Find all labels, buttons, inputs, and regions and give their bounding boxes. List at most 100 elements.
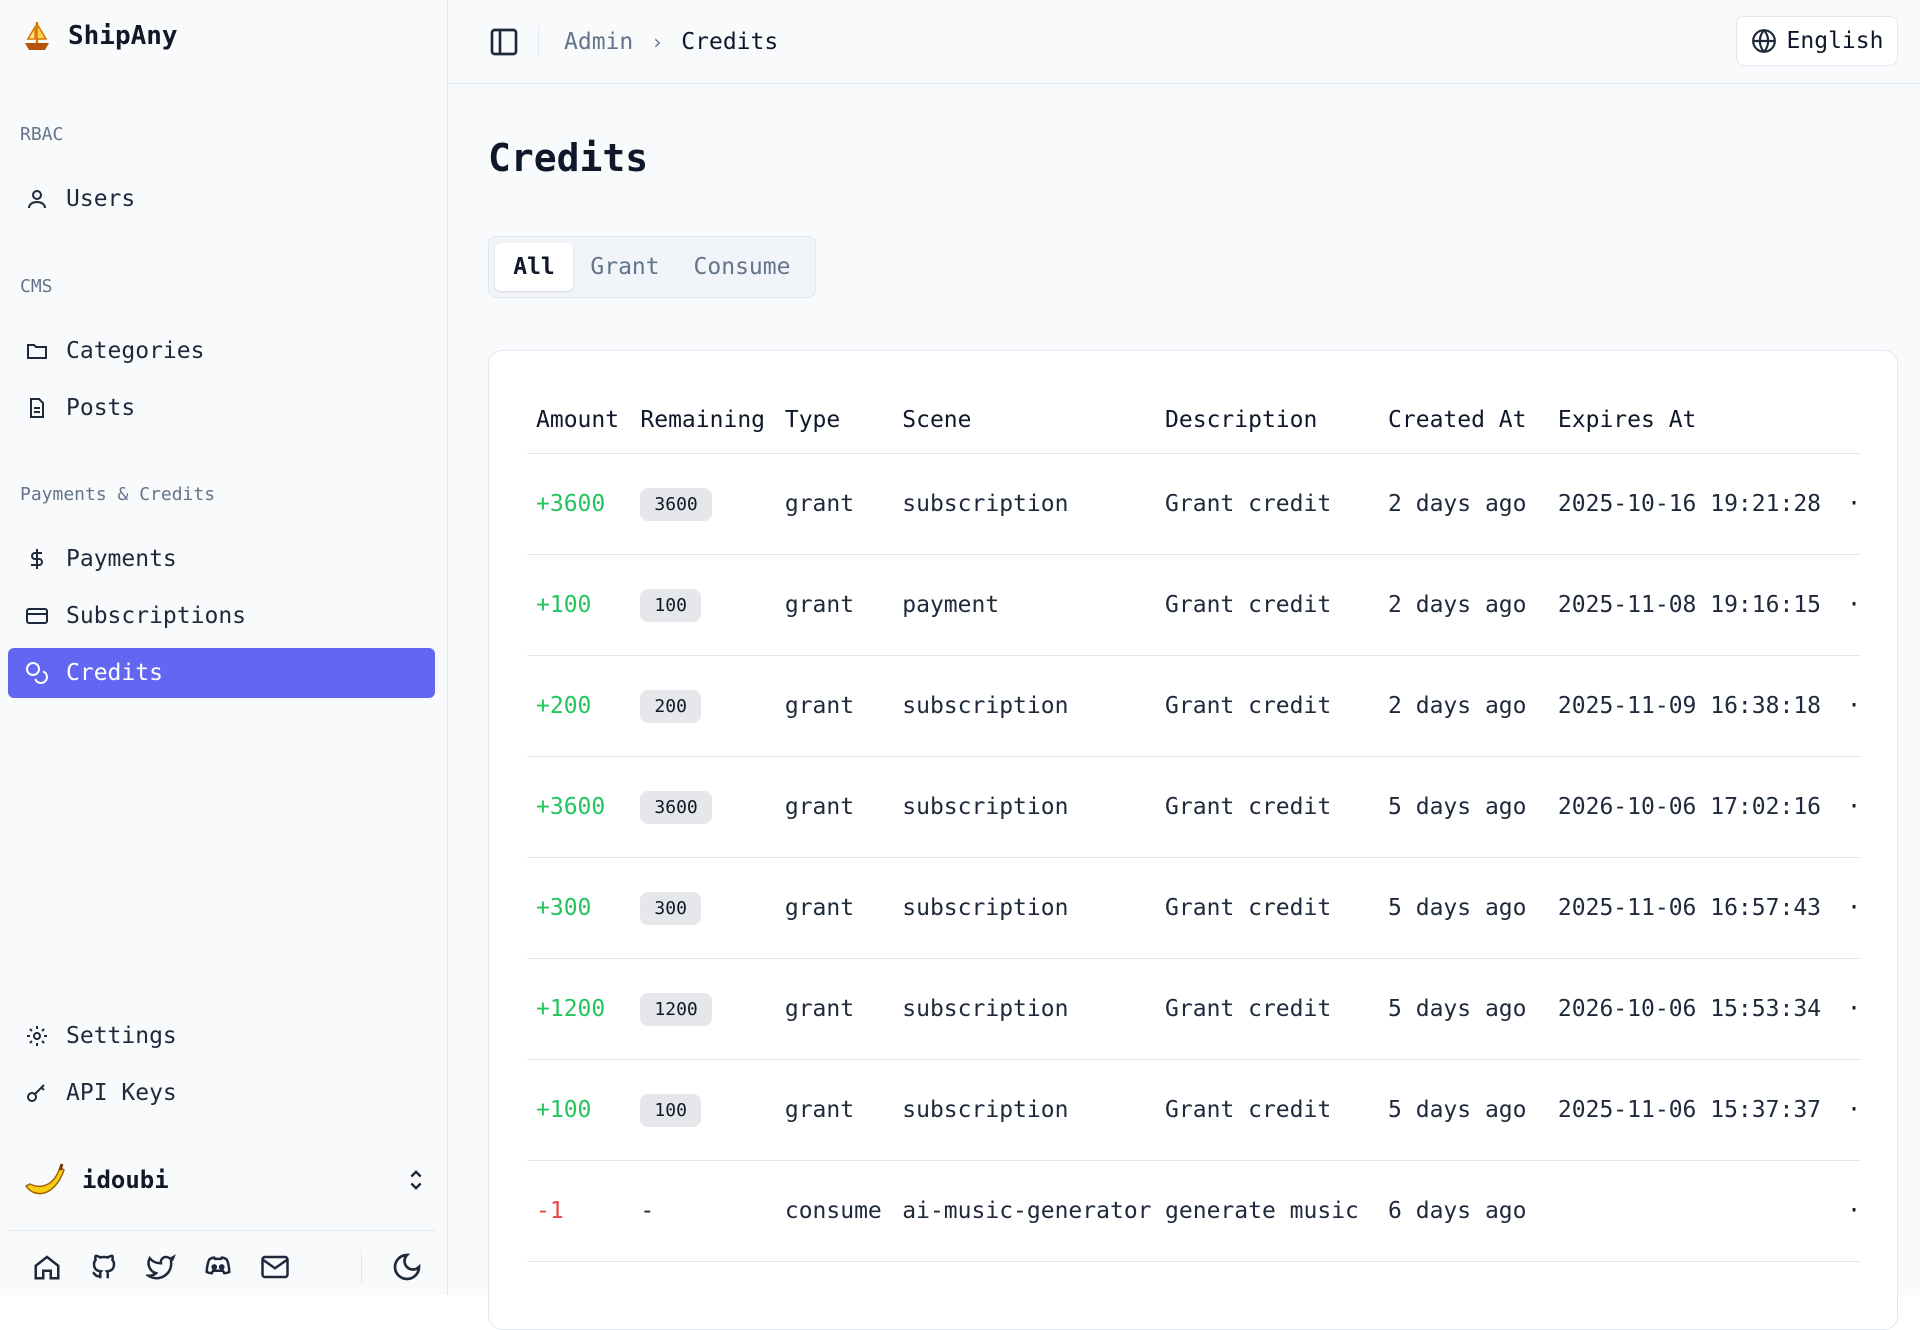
amount-cell: +3600 [527,453,632,555]
row-actions-icon[interactable]: · [1838,958,1861,1060]
breadcrumb-admin[interactable]: Admin [564,29,633,55]
amount-cell: +100 [527,554,632,656]
amount-cell: +100 [527,1059,632,1161]
description-cell: Grant credit [1156,958,1380,1060]
type-cell: grant [775,756,894,858]
row-actions-icon[interactable]: · [1838,1160,1861,1262]
remaining-cell: 1200 [631,958,776,1060]
avatar [24,1163,65,1195]
tab-grant[interactable]: Grant [573,243,677,291]
expires-cell: 2025-11-06 15:37:37 [1548,1059,1839,1161]
main-content: Admin › Credits English Credits All Gran… [448,0,1920,1330]
github-icon[interactable] [87,1250,121,1284]
table-row[interactable]: +100 100 grant payment Grant credit 2 da… [527,554,1861,656]
row-actions-icon[interactable]: · [1838,453,1861,555]
sidebar-item-label: API Keys [66,1080,177,1106]
remaining-badge: 100 [640,1093,701,1127]
user-menu[interactable]: idoubi [20,1155,430,1205]
mail-icon[interactable] [258,1250,292,1284]
table-row[interactable]: +3600 3600 grant subscription Grant cred… [527,756,1861,858]
group-label-rbac: RBAC [20,124,64,145]
description-cell: Grant credit [1156,1059,1380,1161]
sidebar-item-payments[interactable]: Payments [8,534,435,584]
sidebar-item-api-keys[interactable]: API Keys [8,1068,435,1118]
sidebar-item-subscriptions[interactable]: Subscriptions [8,591,435,641]
sidebar-item-users[interactable]: Users [8,174,435,224]
description-cell: Grant credit [1156,554,1380,656]
home-icon[interactable] [30,1250,64,1284]
amount-cell: -1 [527,1160,632,1262]
table-row[interactable]: +300 300 grant subscription Grant credit… [527,857,1861,959]
table-header-row: Amount Remaining Type Scene Description … [527,387,1861,454]
type-cell: consume [775,1160,894,1262]
sidebar-item-settings[interactable]: Settings [8,1011,435,1061]
language-switcher-button[interactable]: English [1736,16,1898,66]
sidebar-item-credits[interactable]: Credits [8,648,435,698]
scene-cell: subscription [893,756,1157,858]
row-actions-icon[interactable]: · [1838,655,1861,757]
sidebar-item-posts[interactable]: Posts [8,383,435,433]
column-header: Type [775,387,894,454]
credits-table: Amount Remaining Type Scene Description … [527,387,1861,1262]
moon-icon[interactable] [390,1250,424,1284]
footer-icons [30,1250,447,1284]
scene-cell: subscription [893,857,1157,959]
table-row[interactable]: -1 - consume ai-music-generator generate… [527,1160,1861,1262]
remaining-cell: 3600 [631,756,776,858]
breadcrumb-current: Credits [681,29,779,55]
table-row[interactable]: +1200 1200 grant subscription Grant cred… [527,958,1861,1060]
sidebar: ShipAny RBAC Users CMS Categories Posts … [0,0,448,1295]
remaining-badge: 3600 [640,790,712,824]
row-actions-icon[interactable]: · [1838,1059,1861,1161]
scene-cell: subscription [893,655,1157,757]
amount-cell: +300 [527,857,632,959]
row-actions-icon[interactable]: · [1838,857,1861,959]
remaining-cell: - [631,1160,776,1262]
sidebar-item-label: Credits [66,660,163,686]
credits-table-card: Amount Remaining Type Scene Description … [488,350,1898,1330]
sidebar-toggle-icon[interactable] [488,26,520,58]
footer-divider [8,1230,435,1231]
expires-cell [1548,1160,1839,1262]
tabs: All Grant Consume [488,236,816,298]
tab-all[interactable]: All [495,243,573,291]
file-text-icon [22,393,52,423]
created-cell: 5 days ago [1379,958,1549,1060]
table-row[interactable]: +100 100 grant subscription Grant credit… [527,1059,1861,1161]
sidebar-item-label: Posts [66,395,136,421]
scene-cell: subscription [893,453,1157,555]
created-cell: 2 days ago [1379,554,1549,656]
created-cell: 6 days ago [1379,1160,1549,1262]
row-actions-icon[interactable]: · [1838,554,1861,656]
user-name: idoubi [82,1166,169,1194]
dollar-icon [22,544,52,574]
key-icon [22,1078,52,1108]
remaining-badge: 100 [640,588,701,622]
table-row[interactable]: +200 200 grant subscription Grant credit… [527,655,1861,757]
twitter-icon[interactable] [144,1250,178,1284]
row-actions-icon[interactable]: · [1838,756,1861,858]
description-cell: Grant credit [1156,857,1380,959]
group-label-cms: CMS [20,276,53,297]
expires-cell: 2025-10-16 19:21:28 [1548,453,1839,555]
expires-cell: 2025-11-08 19:16:15 [1548,554,1839,656]
column-header: Scene [893,387,1157,454]
brand-name: ShipAny [68,21,178,51]
footer-separator [361,1250,362,1284]
description-cell: generate music [1156,1160,1380,1262]
sidebar-item-label: Subscriptions [66,603,247,629]
breadcrumb: Admin › Credits [564,26,778,58]
expires-cell: 2026-10-06 17:02:16 [1548,756,1839,858]
created-cell: 2 days ago [1379,655,1549,757]
table-row[interactable]: +3600 3600 grant subscription Grant cred… [527,453,1861,555]
created-cell: 5 days ago [1379,1059,1549,1161]
brand[interactable]: ShipAny [22,16,178,56]
discord-icon[interactable] [201,1250,235,1284]
type-cell: grant [775,554,894,656]
sidebar-item-categories[interactable]: Categories [8,326,435,376]
sailboat-logo-icon [25,21,49,50]
tab-consume[interactable]: Consume [677,243,807,291]
user-icon [22,184,52,214]
created-cell: 5 days ago [1379,857,1549,959]
remaining-badge: 1200 [640,992,712,1026]
